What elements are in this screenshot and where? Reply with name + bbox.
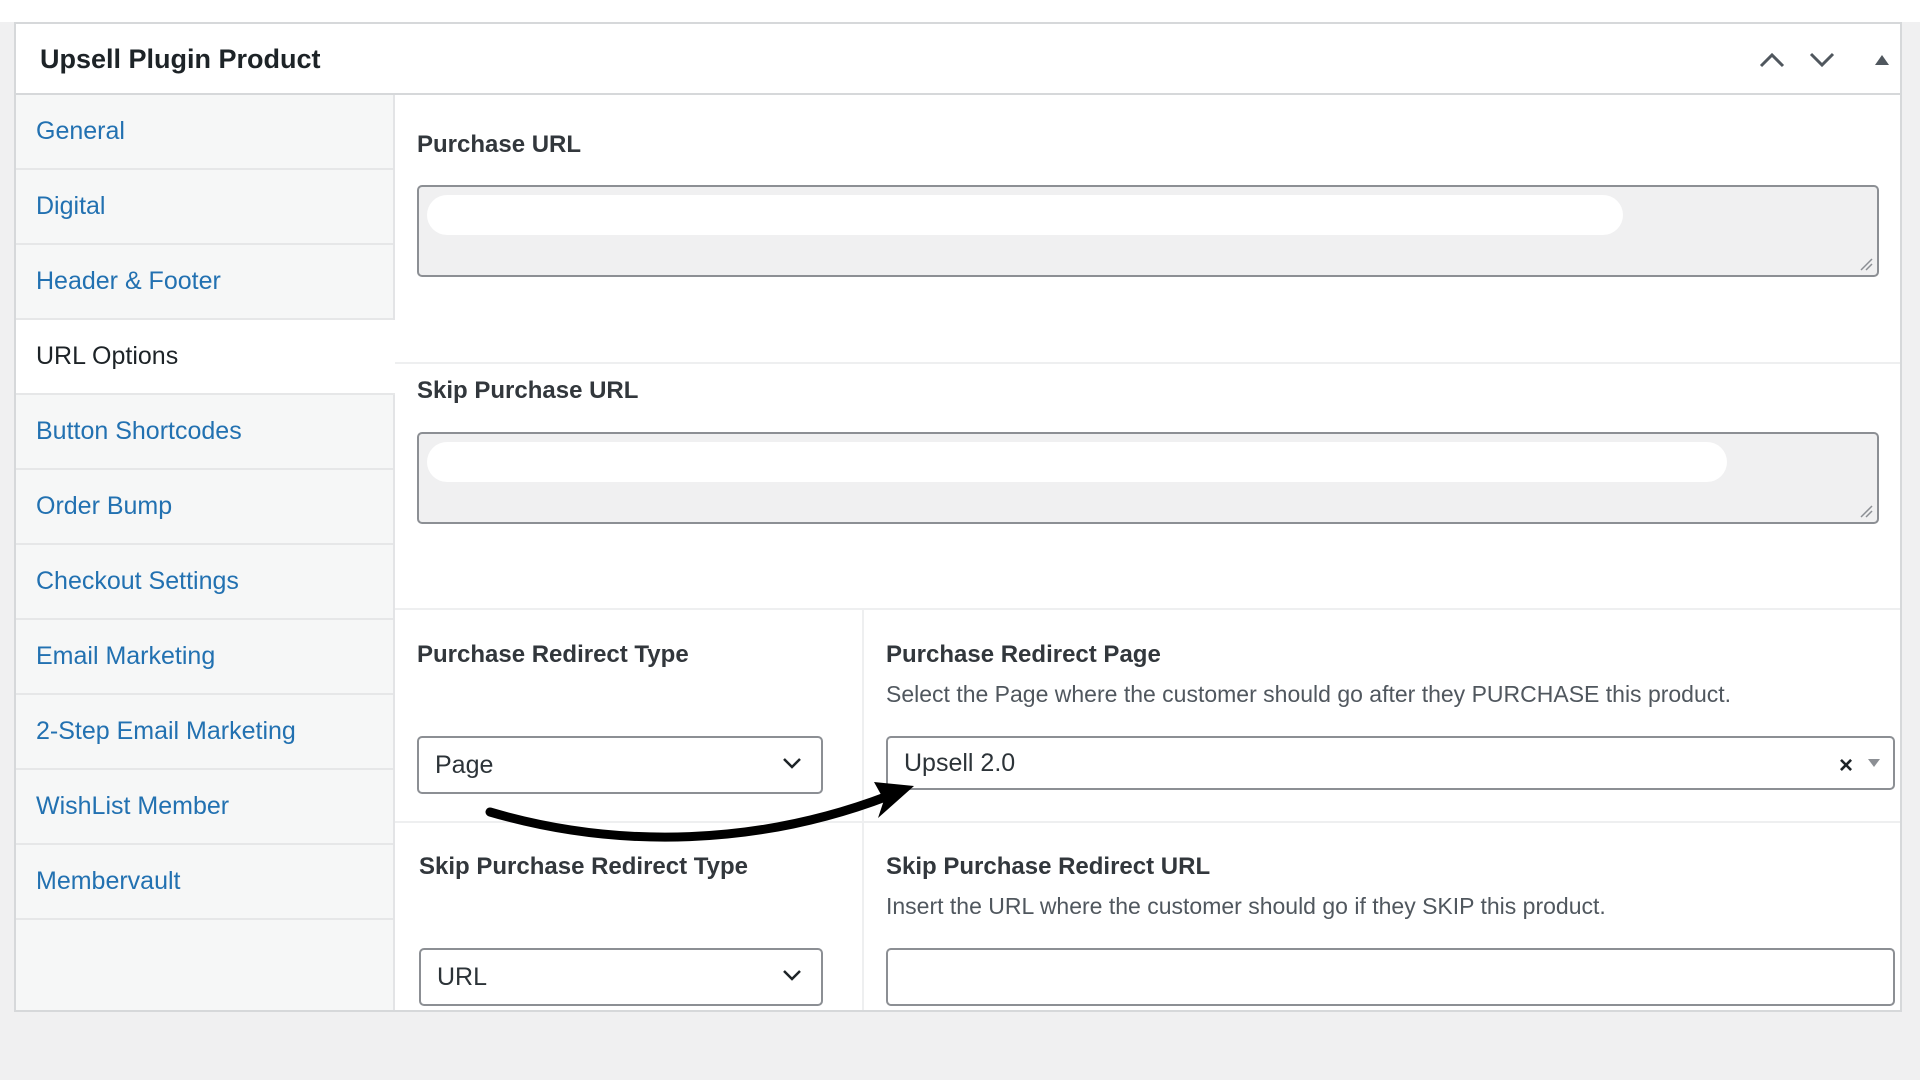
resize-grip-icon[interactable] <box>1859 504 1873 518</box>
skip-purchase-url-text-highlight <box>427 442 1727 482</box>
skip-purchase-url-section: Skip Purchase URL <box>395 364 1900 610</box>
purchase-redirect-page-select[interactable]: Upsell 2.0 × <box>886 736 1895 790</box>
tab-url-options[interactable]: URL Options <box>16 320 395 395</box>
resize-grip-icon[interactable] <box>1859 257 1873 271</box>
chevron-up-icon <box>1759 52 1785 68</box>
purchase-url-section: Purchase URL <box>395 95 1900 364</box>
tab-2-step-email-marketing[interactable]: 2-Step Email Marketing <box>16 695 393 770</box>
skip-purchase-redirect-url-label: Skip Purchase Redirect URL <box>886 853 1211 880</box>
tab-general[interactable]: General <box>16 95 393 170</box>
tab-checkout-settings[interactable]: Checkout Settings <box>16 545 393 620</box>
tab-button-shortcodes[interactable]: Button Shortcodes <box>16 395 393 470</box>
tab-digital[interactable]: Digital <box>16 170 393 245</box>
metabox-title: Upsell Plugin Product <box>40 44 321 74</box>
clear-selection-button[interactable]: × <box>1839 752 1853 780</box>
skip-purchase-redirect-type-label: Skip Purchase Redirect Type <box>419 853 749 880</box>
chevron-down-icon <box>783 970 801 981</box>
purchase-redirect-page-label: Purchase Redirect Page <box>886 641 1161 668</box>
tab-wishlist-member[interactable]: WishList Member <box>16 770 393 845</box>
url-options-panel: Purchase URL Skip Purchase URL Purchase … <box>395 95 1900 1010</box>
tab-header-footer[interactable]: Header & Footer <box>16 245 393 320</box>
purchase-url-label: Purchase URL <box>417 131 582 158</box>
skip-purchase-redirect-url-input[interactable] <box>886 948 1895 1006</box>
triangle-up-icon <box>1875 55 1889 65</box>
move-down-button[interactable] <box>1802 40 1842 80</box>
purchase-redirect-type-value: Page <box>435 750 494 779</box>
tab-order-bump[interactable]: Order Bump <box>16 470 393 545</box>
skip-purchase-redirect-type-select[interactable]: URL <box>419 948 823 1006</box>
tab-email-marketing[interactable]: Email Marketing <box>16 620 393 695</box>
skip-purchase-url-textarea[interactable] <box>417 432 1879 524</box>
settings-tab-list: General Digital Header & Footer URL Opti… <box>16 95 395 1010</box>
purchase-redirect-page-value: Upsell 2.0 <box>904 748 1016 777</box>
purchase-redirect-row: Purchase Redirect Type Page Purchase Red… <box>395 610 1900 823</box>
skip-purchase-redirect-row: Skip Purchase Redirect Type URL Skip Pur… <box>395 823 1900 1010</box>
purchase-redirect-type-label: Purchase Redirect Type <box>417 641 689 668</box>
purchase-url-text-highlight <box>427 195 1623 235</box>
skip-purchase-url-label: Skip Purchase URL <box>417 377 639 404</box>
purchase-url-textarea[interactable] <box>417 185 1879 277</box>
move-up-button[interactable] <box>1752 40 1792 80</box>
purchase-redirect-page-description: Select the Page where the customer shoul… <box>886 681 1732 707</box>
skip-purchase-redirect-type-value: URL <box>437 962 488 991</box>
purchase-redirect-type-select[interactable]: Page <box>417 736 823 794</box>
triangle-down-icon <box>1868 759 1880 767</box>
page-top-band <box>0 0 1920 22</box>
upsell-plugin-product-metabox: Upsell Plugin Product General Digital He… <box>14 22 1902 1012</box>
tab-membervault[interactable]: Membervault <box>16 845 393 920</box>
metabox-header: Upsell Plugin Product <box>16 24 1900 95</box>
skip-purchase-redirect-url-description: Insert the URL where the customer should… <box>886 893 1606 919</box>
chevron-down-icon <box>783 758 801 769</box>
toggle-panel-button[interactable] <box>1862 40 1902 80</box>
chevron-down-icon <box>1809 52 1835 68</box>
